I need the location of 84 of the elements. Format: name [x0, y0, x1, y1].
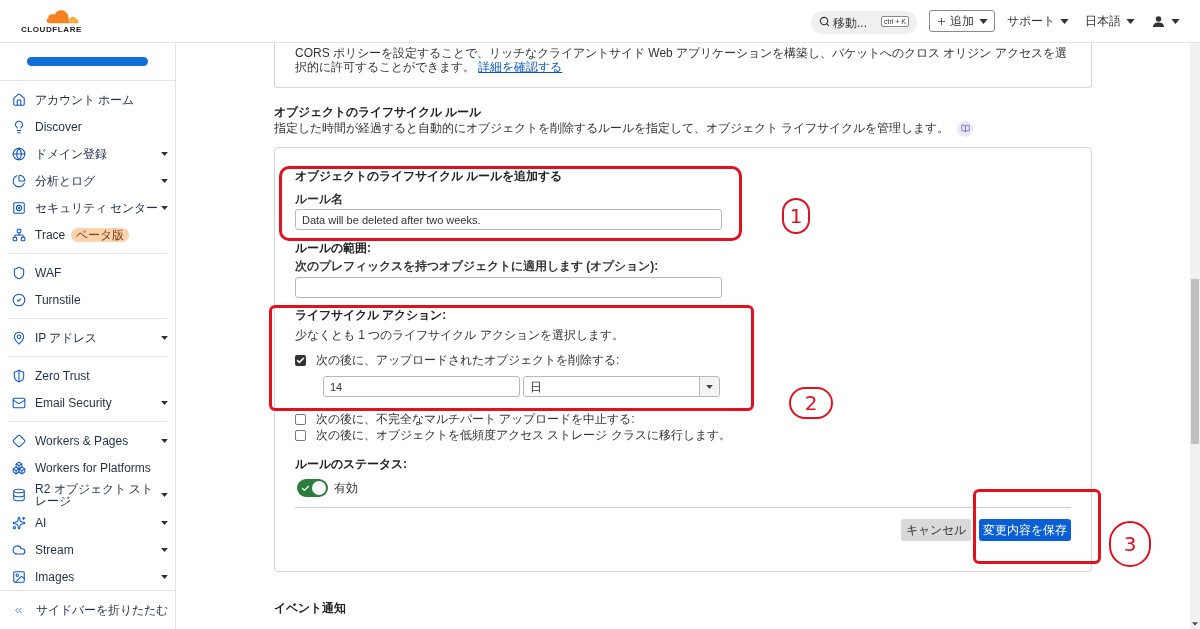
check-icon — [301, 483, 310, 493]
boxes-icon — [12, 460, 26, 475]
support-menu[interactable]: サポート — [1007, 10, 1069, 32]
user-icon — [1153, 15, 1164, 27]
caret-icon — [1171, 18, 1180, 24]
check-circle-icon — [12, 292, 26, 307]
annotation-number: 3 — [1109, 521, 1151, 567]
lightbulb-icon — [12, 119, 26, 134]
sidebar-item[interactable]: WAF — [0, 259, 175, 286]
book-icon[interactable] — [957, 120, 974, 137]
sparkles-icon — [12, 515, 26, 530]
sidebar-item[interactable]: ドメイン登録 — [0, 140, 175, 167]
scrollbar-thumb[interactable] — [1191, 279, 1199, 444]
number-input[interactable]: 14 — [323, 376, 520, 397]
checkbox[interactable] — [295, 355, 306, 366]
cloud-icon — [12, 542, 26, 557]
actions-description: 少なくとも 1 つのライフサイクル アクションを選択します。 — [295, 329, 624, 342]
scope-title: ルールの範囲: — [295, 242, 371, 255]
logo-text: CLOUDFLARE — [20, 25, 82, 34]
checkbox[interactable] — [295, 430, 306, 441]
sidebar-item[interactable]: Email Security — [0, 389, 175, 416]
safe-icon — [12, 200, 26, 215]
sidebar-item[interactable]: Discover — [0, 113, 175, 140]
save-button[interactable]: 変更内容を保存 — [979, 519, 1071, 541]
field-label: 次のプレフィックスを持つオブジェクトに適用します (オプション): — [295, 260, 659, 273]
sidebar-item[interactable]: Zero Trust — [0, 362, 175, 389]
caret-icon — [1060, 18, 1069, 24]
sidebar-item[interactable]: Turnstile — [0, 286, 175, 313]
sidebar-item[interactable]: IP アドレス — [0, 324, 175, 351]
search-icon — [819, 15, 830, 27]
sidebar-item[interactable]: R2 オブジェクト ストレージ — [0, 481, 175, 509]
globe-icon — [12, 146, 26, 161]
form-title: オブジェクトのライフサイクル ルールを追加する — [295, 170, 563, 183]
caret-icon — [706, 384, 713, 389]
plus-icon — [936, 15, 947, 27]
checkbox[interactable] — [295, 414, 306, 425]
sidebar-item[interactable]: Workers for Platforms — [0, 454, 175, 481]
annotation-number: 1 — [782, 198, 810, 234]
section-description: 指定した時間が経過すると自動的にオブジェクトを削除するルールを指定して、オブジェクト ライフサイクルを管理します。 — [274, 122, 950, 135]
collapse-sidebar-button[interactable]: サイドバーを折りたたむ — [13, 601, 168, 619]
network-icon — [12, 227, 26, 242]
dropdown-toggle[interactable] — [699, 377, 719, 396]
half-shield-icon — [12, 368, 26, 383]
sidebar-item[interactable]: 分析とログ — [0, 167, 175, 194]
beta-badge: ベータ版 — [71, 227, 130, 242]
map-pin-icon — [12, 330, 26, 345]
image-icon — [12, 569, 26, 584]
checkbox-label: 次の後に、オブジェクトを低頻度アクセス ストレージ クラスに移行します。 — [316, 429, 731, 442]
pie-chart-icon — [12, 173, 26, 188]
annotation-number: 2 — [789, 387, 833, 419]
database-icon — [12, 488, 26, 502]
status-label: 有効 — [334, 481, 358, 495]
mail-icon — [12, 395, 26, 410]
status-toggle[interactable] — [297, 479, 328, 497]
scroll-down-arrow-icon[interactable] — [1192, 622, 1198, 626]
caret-icon — [979, 18, 988, 24]
sidebar-item[interactable]: AI — [0, 509, 175, 536]
cors-description: CORS ポリシーを設定することで、リッチなクライアントサイド Web アプリケーションを構築し、バケットへのクロス オリジン アクセスを選択的に許可することができます。 詳細を確認する — [295, 46, 1068, 74]
sidebar-item[interactable]: Stream — [0, 536, 175, 563]
field-label: ルール名 — [295, 193, 343, 206]
section-title: オブジェクトのライフサイクル ルール — [274, 106, 483, 119]
language-menu[interactable]: 日本語 — [1085, 10, 1135, 32]
sidebar-item[interactable]: セキュリティ センター — [0, 194, 175, 221]
home-icon — [12, 92, 26, 107]
cancel-button[interactable]: キャンセル — [901, 519, 971, 541]
status-title: ルールのステータス: — [295, 458, 407, 471]
sidebar-item[interactable]: アカウント ホーム — [0, 86, 175, 113]
sidebar-item[interactable]: Trace ベータ版 — [0, 221, 175, 248]
sidebar-item[interactable]: Images — [0, 563, 175, 590]
sidebar-item[interactable]: Workers & Pages — [0, 427, 175, 454]
checkbox-label: 次の後に、アップロードされたオブジェクトを削除する: — [316, 354, 620, 367]
toggle-knob — [312, 481, 326, 495]
rule-name-input[interactable]: Data will be deleted after two weeks. — [295, 209, 722, 230]
learn-more-link[interactable]: 詳細を確認する — [478, 60, 563, 74]
cloud-logo-icon — [44, 8, 80, 24]
add-button[interactable]: 追加 — [929, 10, 995, 32]
unit-select[interactable]: 日 — [523, 376, 720, 397]
prefix-input[interactable] — [295, 277, 722, 298]
actions-title: ライフサイクル アクション: — [295, 309, 447, 322]
caret-icon — [1126, 18, 1135, 24]
section-title: イベント通知 — [274, 602, 347, 615]
checkbox-label: 次の後に、不完全なマルチパート アップロードを中止する: — [316, 413, 635, 426]
diamond-icon — [12, 433, 26, 448]
shield-icon — [12, 265, 26, 280]
